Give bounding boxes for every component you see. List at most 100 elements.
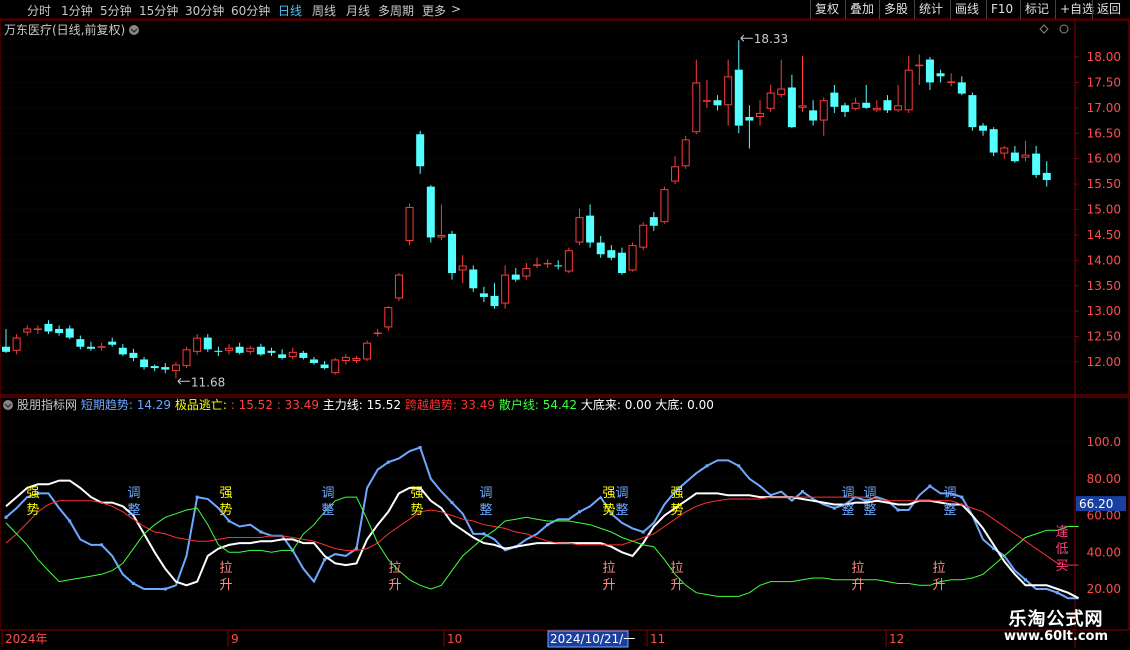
candle-body (65, 328, 74, 338)
candle (171, 362, 180, 379)
candle (331, 357, 340, 375)
candle-body (246, 347, 255, 352)
candle (819, 97, 828, 136)
indicator-axis-label-3: 40.00 (1087, 545, 1121, 559)
price-axis-label-0: 18.00 (1087, 50, 1121, 64)
series-marker (705, 464, 709, 468)
candle-body (394, 274, 403, 299)
candle-body (33, 328, 42, 330)
candle-body (23, 328, 32, 333)
signal-text-11-1: 整 (943, 503, 956, 518)
candle-body (596, 242, 605, 255)
candle (108, 337, 117, 347)
series-marker (896, 508, 900, 512)
candle (118, 344, 127, 356)
candle (97, 342, 106, 351)
candle (65, 325, 74, 340)
signal-text-13-0: 拉 (388, 561, 401, 576)
price-axis-label-9: 13.50 (1087, 279, 1121, 293)
series-marker (737, 464, 741, 468)
candle-body (904, 69, 913, 111)
candle-body (894, 105, 903, 111)
max-price-arrow (740, 34, 753, 42)
candle-body (1000, 147, 1009, 154)
candle (681, 135, 690, 169)
indicator-header: 股朋指标网 短期趋势: 14.29 极品逃亡: : 15.52 : 33.49 … (17, 397, 714, 412)
candle-body (309, 359, 318, 364)
candle-body (830, 92, 839, 107)
min-price-label: 11.68 (191, 375, 225, 389)
candle (426, 185, 435, 243)
price-axis-label-3: 16.50 (1087, 126, 1121, 140)
candle (12, 334, 21, 355)
series-marker (928, 484, 932, 488)
signal-text-1-1: 整 (127, 503, 140, 518)
candle-body (1021, 154, 1030, 158)
candle (883, 95, 892, 113)
candle (575, 208, 584, 246)
signal-text-7-0: 调 (615, 486, 628, 501)
candle-body (925, 59, 934, 83)
candle-body (501, 274, 510, 304)
candle-body (76, 339, 85, 347)
signal-text-8-0: 强 (670, 486, 683, 501)
candle (352, 355, 361, 364)
indicator-item-value-3: 33.49 (457, 398, 499, 412)
candle (809, 100, 818, 126)
candle-body (639, 224, 648, 248)
candle (872, 100, 881, 112)
signal-text-10-0: 调 (863, 486, 876, 501)
candle-body (649, 217, 658, 226)
signal-text-3-1: 整 (321, 503, 334, 518)
candle (639, 222, 648, 251)
candle-body (86, 346, 95, 349)
candle-body (692, 82, 701, 133)
series-marker (227, 519, 231, 523)
signal-text-18-2: 买 (1055, 559, 1068, 574)
indicator-item-value-4: 54.42 (539, 398, 581, 412)
candle (1021, 140, 1030, 162)
series-marker (163, 587, 167, 591)
candle (23, 325, 32, 336)
indicator-item-label-4: 散户线: (499, 397, 539, 412)
candle (129, 348, 138, 361)
signal-text-6-0: 强 (602, 486, 615, 501)
series-marker (960, 495, 964, 499)
candle-body (681, 139, 690, 167)
indicator-item-label-5: 大底来: (581, 397, 621, 412)
title-dropdown-icon (129, 25, 139, 35)
candle-body (426, 186, 435, 238)
price-axis-label-12: 12.00 (1087, 355, 1121, 369)
candle-body (416, 134, 425, 167)
candle (246, 345, 255, 355)
candle (193, 334, 202, 355)
indicator-panel-frame (0, 396, 1130, 631)
signal-text-14-1: 升 (602, 578, 615, 593)
candle-body (256, 346, 265, 355)
candle (140, 356, 149, 370)
candle (596, 235, 605, 258)
candle (649, 212, 658, 231)
candle-body (203, 337, 212, 350)
candle (235, 342, 244, 355)
watermark: 乐淘公式网 www.60lt.com (986, 605, 1126, 647)
main-chart-title: 万东医疗(日线,前复权) (4, 22, 125, 37)
candle (256, 343, 265, 356)
candle-body (575, 217, 584, 243)
series-marker (546, 523, 550, 527)
watermark-title: 乐淘公式网 (1008, 609, 1104, 630)
candle-body (628, 245, 637, 271)
candle (851, 97, 860, 111)
candle-body (586, 215, 595, 243)
candle (756, 100, 765, 126)
candle (490, 283, 499, 309)
candle (448, 230, 457, 280)
price-axis-label-8: 14.00 (1087, 253, 1121, 267)
signal-text-15-1: 升 (670, 578, 683, 593)
max-price-label: 18.33 (754, 32, 788, 46)
signal-text-10-1: 整 (863, 503, 876, 518)
candle (309, 356, 318, 365)
candle (76, 335, 85, 350)
candle-body (787, 87, 796, 128)
candle-body (299, 352, 308, 358)
